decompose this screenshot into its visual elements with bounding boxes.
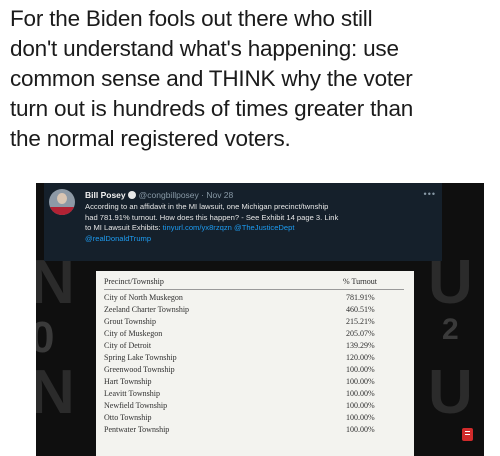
tweet-author[interactable]: Bill Posey @congbillposey · Nov 28 [85,190,233,200]
turnout-cell: 139.29% [346,341,375,350]
post-caption: For the Biden fools out there who still … [10,4,490,154]
more-options-icon[interactable]: ••• [424,189,436,199]
tweet-line-text: to MI Lawsuit Exhibits: [85,223,161,232]
precinct-cell: Leavitt Township [104,389,160,398]
tweet-line: According to an affidavit in the MI laws… [85,202,329,211]
tweet-text: According to an affidavit in the MI laws… [85,202,435,244]
caption-line: For the Biden fools out there who still [10,6,373,31]
precinct-cell: Newfield Township [104,401,168,410]
embedded-image[interactable]: N 0 N U 2 U Bill Posey @congbillposey · N… [36,183,484,456]
media-badge-icon[interactable] [462,428,473,441]
turnout-cell: 205.07% [346,329,375,338]
turnout-cell: 781.91% [346,293,375,302]
mention-link[interactable]: @realDonaldTrump [85,234,151,243]
caption-line: the normal registered voters. [10,126,291,151]
verified-icon [127,191,136,199]
background-graphic-right: U 2 U [424,248,484,427]
precinct-cell: Pentwater Township [104,425,170,434]
caption-line: turn out is hundreds of times greater th… [10,96,414,121]
precinct-cell: Hart Township [104,377,152,386]
turnout-cell: 215.21% [346,317,375,326]
turnout-cell: 100.00% [346,389,375,398]
precinct-cell: City of Detroit [104,341,152,350]
background-letter: U [428,358,473,427]
turnout-cell: 100.00% [346,413,375,422]
precinct-cell: Grout Township [104,317,156,326]
turnout-cell: 460.51% [346,305,375,314]
turnout-cell: 100.00% [346,377,375,386]
turnout-cell: 120.00% [346,353,375,362]
precinct-cell: Greenwood Township [104,365,175,374]
precinct-cell: Zeeland Charter Township [104,305,190,314]
precinct-cell: City of North Muskegon [104,293,183,302]
avatar[interactable] [49,189,75,215]
precinct-cell: Otto Township [104,413,152,422]
turnout-cell: 100.00% [346,401,375,410]
author-handle[interactable]: @congbillposey · Nov 28 [139,190,234,200]
background-letter: N [36,358,75,427]
column-header-turnout: % Turnout [343,277,378,286]
precinct-cell: Spring Lake Township [104,353,177,362]
background-mark: 2 [442,313,459,346]
turnout-cell: 100.00% [346,365,375,374]
caption-line: common sense and THINK why the voter [10,66,413,91]
flag-icon [49,207,75,215]
precinct-cell: City of Muskegon [104,329,163,338]
header-divider [104,289,404,290]
column-header-precinct: Precinct/Township [104,277,164,286]
tweet-line: @realDonaldTrump [85,234,435,245]
tweet-link[interactable]: tinyurl.com/yx8rzqzn @TheJusticeDept [163,223,295,232]
tweet-line: had 781.91% turnout. How does this happe… [85,212,339,222]
background-mark: 0 [36,313,55,362]
turnout-cell: 100.00% [346,425,375,434]
turnout-table: Precinct/Township % Turnout City of Nort… [96,271,414,456]
tweet[interactable]: Bill Posey @congbillposey · Nov 28 ••• Ac… [44,183,442,261]
avatar-head [57,193,67,204]
background-graphic-left: N 0 N [36,248,96,427]
caption-line: don't understand what's happening: use [10,36,399,61]
author-name[interactable]: Bill Posey [85,190,126,200]
tweet-line: to MI Lawsuit Exhibits: tinyurl.com/yx8r… [85,223,435,234]
